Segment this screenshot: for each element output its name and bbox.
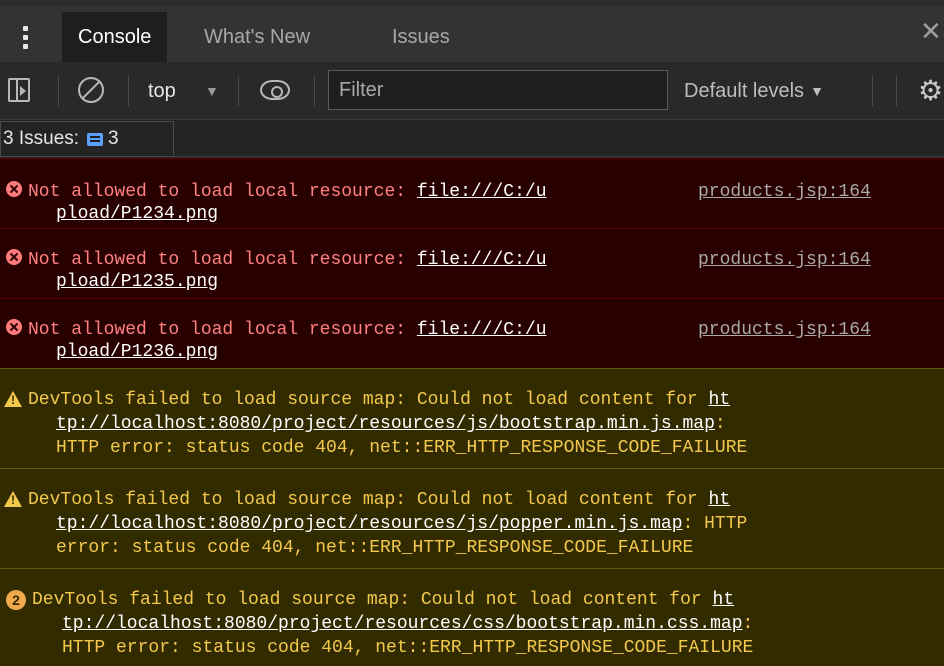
toolbar-divider bbox=[314, 76, 315, 106]
warning-text: DevTools failed to load source map: Coul… bbox=[32, 590, 713, 610]
resource-link-continued[interactable]: pload/P1235.png bbox=[56, 271, 218, 293]
default-levels-dropdown[interactable]: Default levels ▼ bbox=[684, 74, 824, 108]
tab-console[interactable]: Console bbox=[62, 12, 168, 62]
warning-text: HTTP error: status code 404, net::ERR_HT… bbox=[62, 638, 754, 658]
console-messages: Not allowed to load local resource: file… bbox=[0, 158, 944, 666]
console-warning: DevTools failed to load source map: Coul… bbox=[0, 468, 944, 568]
clear-console-icon[interactable] bbox=[78, 77, 104, 103]
source-link[interactable]: products.jsp:164 bbox=[698, 319, 871, 341]
warning-text: error: status code 404, net::ERR_HTTP_RE… bbox=[56, 538, 694, 558]
tab-issues[interactable]: Issues bbox=[392, 12, 450, 62]
live-expression-eye-icon[interactable] bbox=[260, 80, 290, 100]
source-link[interactable]: products.jsp:164 bbox=[698, 181, 871, 203]
warning-text: : HTTP bbox=[682, 514, 748, 534]
toolbar-divider bbox=[238, 76, 239, 106]
chevron-down-icon: ▼ bbox=[810, 83, 824, 99]
show-sidebar-icon[interactable] bbox=[8, 78, 30, 102]
gear-icon[interactable]: ⚙ bbox=[918, 72, 943, 108]
context-selector[interactable]: top bbox=[148, 74, 176, 108]
console-error: Not allowed to load local resource: file… bbox=[0, 298, 944, 368]
toolbar-divider bbox=[128, 76, 129, 106]
resource-link[interactable]: file:///C:/u bbox=[417, 182, 547, 202]
filter-input[interactable] bbox=[329, 71, 667, 109]
resource-link[interactable]: file:///C:/u bbox=[417, 320, 547, 340]
source-link[interactable]: products.jsp:164 bbox=[698, 249, 871, 271]
tab-whats-new[interactable]: What's New bbox=[204, 12, 310, 62]
warning-text: HTTP error: status code 404, net::ERR_HT… bbox=[56, 438, 748, 458]
error-text: Not allowed to load local resource: bbox=[28, 320, 417, 340]
console-toolbar: top ▼ Default levels ▼ ⚙ bbox=[0, 62, 944, 120]
resource-link-continued[interactable]: pload/P1234.png bbox=[56, 203, 218, 225]
source-map-link-continued[interactable]: tp://localhost:8080/project/resources/js… bbox=[56, 514, 683, 534]
source-map-link[interactable]: ht bbox=[713, 590, 735, 610]
more-tabs-icon[interactable] bbox=[0, 12, 50, 62]
resource-link[interactable]: file:///C:/u bbox=[417, 250, 547, 270]
warning-icon bbox=[4, 491, 22, 507]
error-text: Not allowed to load local resource: bbox=[28, 182, 417, 202]
console-error: Not allowed to load local resource: file… bbox=[0, 228, 944, 298]
warning-text: : bbox=[714, 414, 726, 434]
console-warning: 2 DevTools failed to load source map: Co… bbox=[0, 568, 944, 666]
warning-text: DevTools failed to load source map: Coul… bbox=[28, 390, 709, 410]
message-icon bbox=[87, 132, 104, 146]
warning-text: : bbox=[742, 614, 754, 634]
console-error: Not allowed to load local resource: file… bbox=[0, 158, 944, 228]
tabbar-top-strip bbox=[0, 0, 944, 6]
error-icon bbox=[6, 181, 22, 197]
warning-text: DevTools failed to load source map: Coul… bbox=[28, 490, 709, 510]
issues-label: 3 Issues: bbox=[3, 128, 80, 149]
source-map-link[interactable]: ht bbox=[709, 490, 731, 510]
warning-icon bbox=[4, 391, 22, 407]
toolbar-divider bbox=[58, 76, 59, 106]
console-warning: DevTools failed to load source map: Coul… bbox=[0, 368, 944, 468]
issues-button[interactable]: 3 Issues: 3 bbox=[0, 121, 174, 157]
toolbar-divider bbox=[872, 76, 873, 106]
error-icon bbox=[6, 319, 22, 335]
close-icon[interactable]: ✕ bbox=[920, 18, 942, 44]
issues-bar: 3 Issues: 3 bbox=[0, 121, 944, 157]
source-map-link-continued[interactable]: tp://localhost:8080/project/resources/cs… bbox=[62, 614, 743, 634]
issues-count: 3 bbox=[108, 128, 119, 149]
source-map-link[interactable]: ht bbox=[709, 390, 731, 410]
resource-link-continued[interactable]: pload/P1236.png bbox=[56, 341, 218, 363]
filter-field bbox=[328, 70, 668, 110]
error-icon bbox=[6, 249, 22, 265]
source-map-link-continued[interactable]: tp://localhost:8080/project/resources/js… bbox=[56, 414, 715, 434]
toolbar-divider bbox=[896, 76, 897, 106]
repeat-count-badge: 2 bbox=[6, 590, 26, 610]
error-text: Not allowed to load local resource: bbox=[28, 250, 417, 270]
levels-label: Default levels bbox=[684, 79, 805, 102]
chevron-down-icon[interactable]: ▼ bbox=[205, 74, 219, 108]
